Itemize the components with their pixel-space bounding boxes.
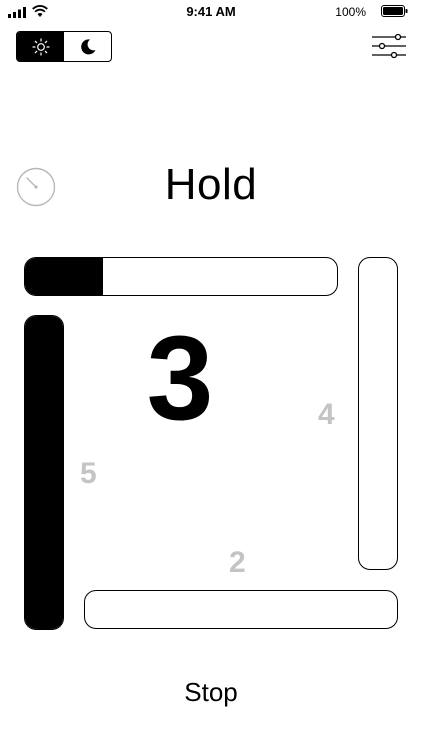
side-duration-bottom: 2	[229, 546, 246, 579]
progress-bar-bottom	[84, 590, 398, 629]
theme-toggle[interactable]	[16, 31, 112, 62]
progress-bar-left	[24, 315, 64, 630]
sun-icon	[31, 37, 50, 56]
progress-fill-left	[25, 316, 63, 629]
status-bar: 9:41 AM 100%	[0, 0, 422, 24]
side-duration-left: 5	[80, 457, 97, 490]
stop-button[interactable]: Stop	[0, 676, 422, 709]
battery-icon	[381, 5, 408, 17]
progress-bar-top	[24, 257, 338, 296]
side-duration-right: 4	[318, 398, 335, 431]
countdown-number: 3	[146, 311, 214, 445]
moon-icon	[80, 38, 95, 54]
theme-light-option[interactable]	[17, 32, 64, 61]
settings-sliders-icon[interactable]	[372, 33, 406, 59]
theme-dark-option[interactable]	[64, 32, 111, 61]
progress-bar-right	[358, 257, 398, 570]
progress-fill-top	[25, 258, 103, 295]
breath-phase-label: Hold	[164, 160, 258, 209]
battery-percent: 100%	[335, 5, 366, 19]
